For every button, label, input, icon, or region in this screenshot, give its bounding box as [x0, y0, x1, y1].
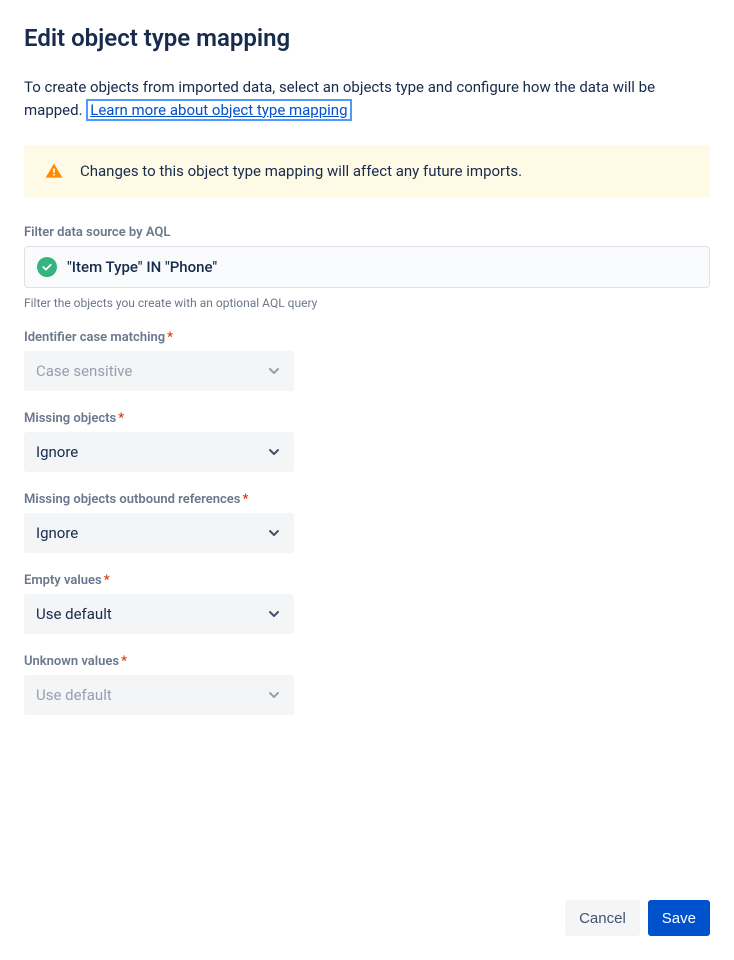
missing-objects-label: Missing objects* — [24, 411, 710, 426]
save-button[interactable]: Save — [648, 900, 710, 936]
footer-actions: Cancel Save — [565, 900, 710, 936]
page-title: Edit object type mapping — [24, 24, 710, 52]
intro-text: To create objects from imported data, se… — [24, 76, 710, 121]
missing-objects-select[interactable]: Ignore — [24, 432, 294, 472]
identifier-case-label: Identifier case matching* — [24, 330, 710, 345]
required-indicator: * — [121, 654, 127, 669]
select-value: Ignore — [36, 524, 78, 542]
identifier-case-select[interactable]: Case sensitive — [24, 351, 294, 391]
required-indicator: * — [242, 492, 248, 507]
required-indicator: * — [167, 330, 173, 345]
aql-label: Filter data source by AQL — [24, 225, 710, 240]
cancel-button[interactable]: Cancel — [565, 900, 640, 936]
aql-filter-input[interactable]: "Item Type" IN "Phone" — [24, 246, 710, 288]
label-text: Missing objects outbound references — [24, 492, 240, 507]
chevron-down-icon — [266, 444, 282, 460]
checkmark-icon — [37, 257, 57, 277]
aql-value: "Item Type" IN "Phone" — [67, 258, 217, 276]
label-text: Empty values — [24, 573, 102, 588]
aql-hint: Filter the objects you create with an op… — [24, 296, 710, 310]
unknown-values-label: Unknown values* — [24, 654, 710, 669]
chevron-down-icon — [266, 687, 282, 703]
chevron-down-icon — [266, 363, 282, 379]
missing-outbound-select[interactable]: Ignore — [24, 513, 294, 553]
empty-values-select[interactable]: Use default — [24, 594, 294, 634]
learn-more-link[interactable]: Learn more about object type mapping — [86, 99, 351, 121]
select-value: Ignore — [36, 443, 78, 461]
warning-icon — [44, 161, 64, 181]
empty-values-label: Empty values* — [24, 573, 710, 588]
missing-outbound-label: Missing objects outbound references* — [24, 492, 710, 507]
select-value: Use default — [36, 686, 112, 704]
warning-text: Changes to this object type mapping will… — [80, 162, 522, 180]
unknown-values-select[interactable]: Use default — [24, 675, 294, 715]
select-value: Use default — [36, 605, 112, 623]
select-value: Case sensitive — [36, 362, 132, 380]
label-text: Unknown values — [24, 654, 119, 669]
required-indicator: * — [118, 411, 124, 426]
required-indicator: * — [104, 573, 110, 588]
chevron-down-icon — [266, 525, 282, 541]
label-text: Identifier case matching — [24, 330, 165, 345]
warning-banner: Changes to this object type mapping will… — [24, 145, 710, 197]
label-text: Missing objects — [24, 411, 116, 426]
chevron-down-icon — [266, 606, 282, 622]
